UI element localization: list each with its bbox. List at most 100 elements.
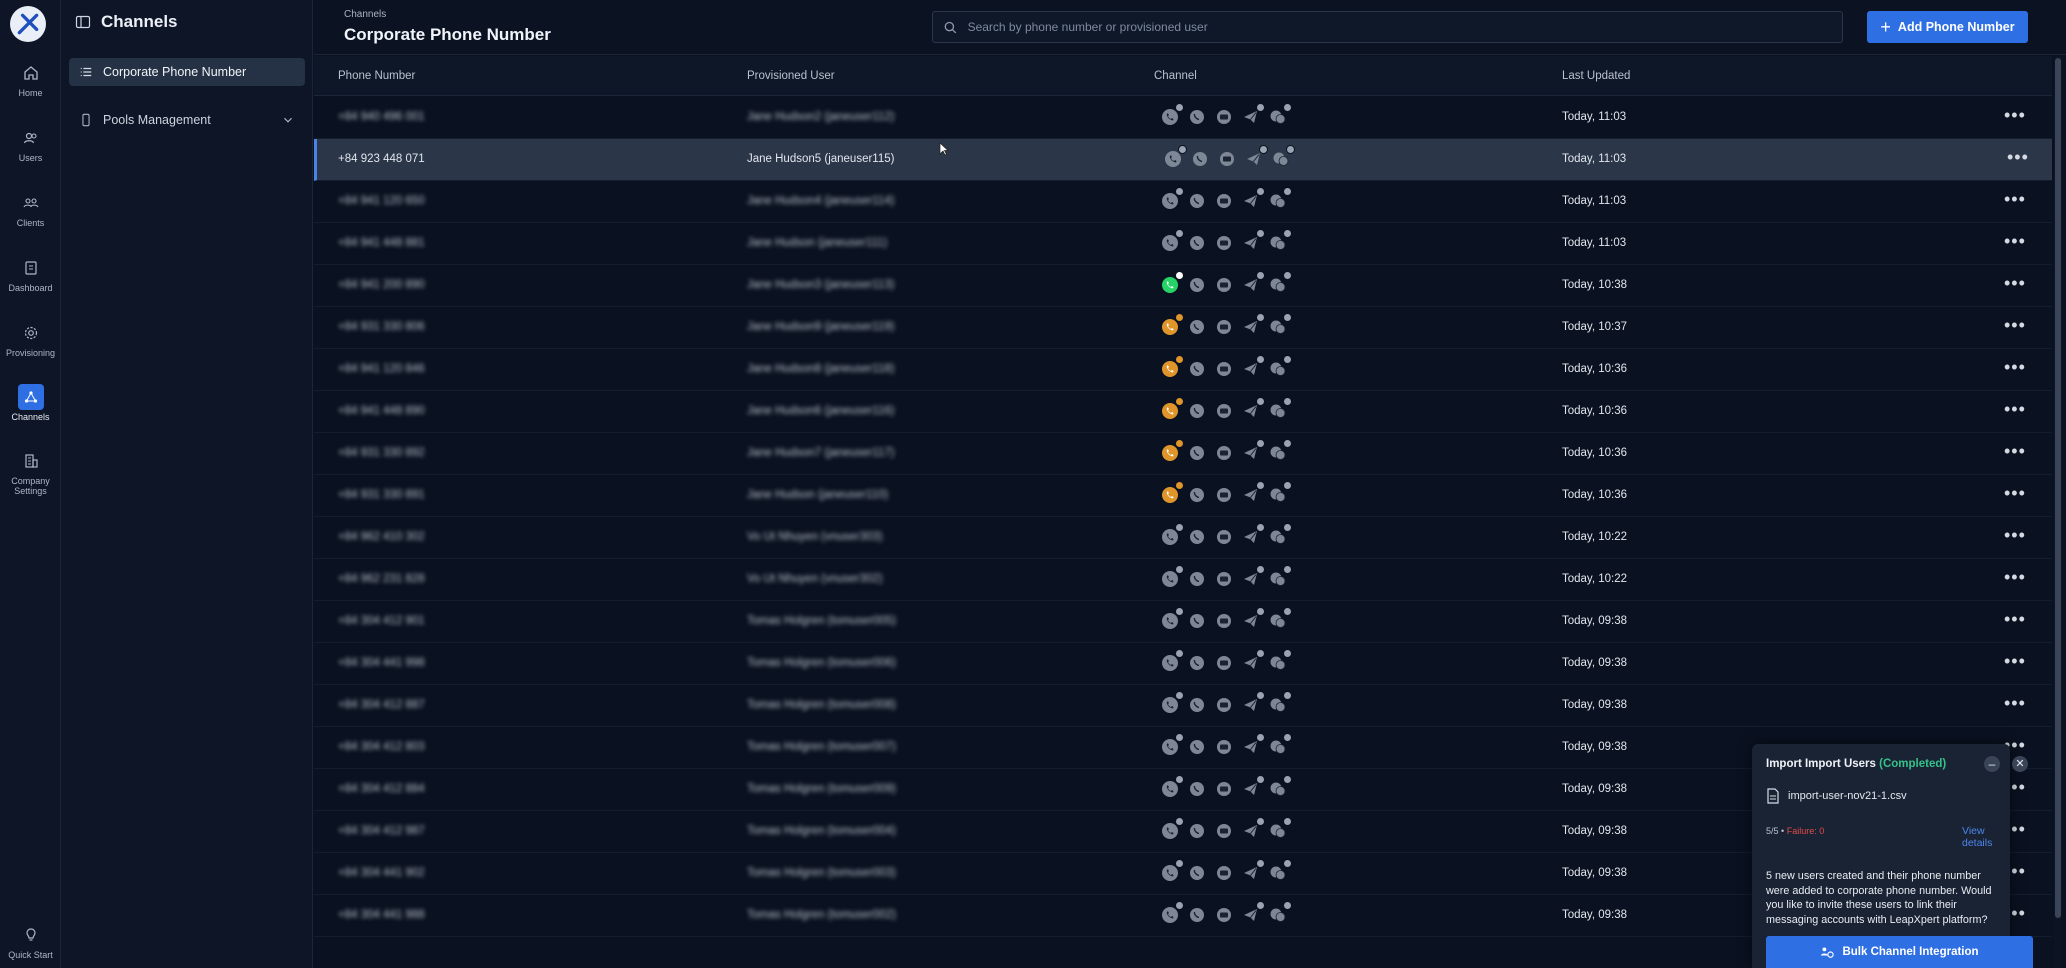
rail-item-channels[interactable]: Channels [0, 384, 61, 436]
sms-icon[interactable] [1213, 358, 1235, 380]
telegram-icon[interactable] [1240, 775, 1265, 800]
wechat-icon[interactable] [1267, 859, 1292, 884]
wechat-icon[interactable] [1267, 607, 1292, 632]
sidebar-item-pools-management[interactable]: Pools Management [69, 106, 305, 134]
whatsapp-icon[interactable] [1186, 106, 1208, 128]
more-options-icon[interactable]: ••• [2004, 358, 2026, 376]
telegram-icon[interactable] [1240, 397, 1265, 422]
wechat-icon[interactable] [1267, 187, 1292, 212]
channel-phone-icon[interactable] [1162, 145, 1187, 170]
telegram-icon[interactable] [1240, 187, 1265, 212]
wechat-icon[interactable] [1267, 565, 1292, 590]
sms-icon[interactable] [1213, 316, 1235, 338]
wechat-icon[interactable] [1267, 523, 1292, 548]
wechat-icon[interactable] [1267, 397, 1292, 422]
more-options-icon[interactable]: ••• [2004, 652, 2026, 670]
whatsapp-icon[interactable] [1186, 736, 1208, 758]
whatsapp-icon[interactable] [1186, 820, 1208, 842]
table-row[interactable]: +84 941 120 650 Jane Hudson4 (janeuser114… [314, 181, 2052, 223]
channel-phone-icon[interactable] [1159, 607, 1184, 632]
whatsapp-icon[interactable] [1186, 904, 1208, 926]
channel-phone-icon[interactable] [1159, 229, 1184, 254]
sms-icon[interactable] [1213, 442, 1235, 464]
wechat-icon[interactable] [1267, 271, 1292, 296]
sms-icon[interactable] [1213, 610, 1235, 632]
breadcrumb[interactable]: Channels [344, 9, 386, 20]
wechat-icon[interactable] [1267, 817, 1292, 842]
more-options-icon[interactable]: ••• [2004, 232, 2026, 250]
sms-icon[interactable] [1213, 190, 1235, 212]
whatsapp-icon[interactable] [1186, 274, 1208, 296]
telegram-icon[interactable] [1240, 229, 1265, 254]
table-row[interactable]: +84 941 448 881 Jane Hudson (janeuser111)… [314, 223, 2052, 265]
whatsapp-icon[interactable] [1186, 526, 1208, 548]
table-row[interactable]: +84 923 448 071 Jane Hudson5 (janeuser115… [314, 139, 2052, 181]
chevron-down-icon[interactable] [281, 113, 295, 127]
sidebar-item-corporate-phone-number[interactable]: Corporate Phone Number [69, 58, 305, 86]
wechat-icon[interactable] [1267, 901, 1292, 926]
rail-item-dashboard[interactable]: Dashboard [0, 255, 61, 307]
channel-pending-icon[interactable] [1159, 397, 1184, 422]
wechat-icon[interactable] [1270, 145, 1295, 170]
telegram-icon[interactable] [1240, 607, 1265, 632]
rail-item-company-settings[interactable]: Company Settings [0, 448, 61, 500]
sms-icon[interactable] [1213, 652, 1235, 674]
sms-icon[interactable] [1213, 904, 1235, 926]
table-row[interactable]: +84 931 330 892 Jane Hudson7 (janeuser117… [314, 433, 2052, 475]
telegram-icon[interactable] [1240, 103, 1265, 128]
wechat-icon[interactable] [1267, 103, 1292, 128]
rail-item-home[interactable]: Home [0, 60, 61, 112]
table-row[interactable]: +84 304 441 998 Tomas Holgren (tomuser006… [314, 643, 2052, 685]
telegram-icon[interactable] [1240, 817, 1265, 842]
wechat-icon[interactable] [1267, 439, 1292, 464]
sms-icon[interactable] [1213, 484, 1235, 506]
wechat-icon[interactable] [1267, 355, 1292, 380]
more-options-icon[interactable]: ••• [2004, 274, 2026, 292]
more-options-icon[interactable]: ••• [2004, 106, 2026, 124]
whatsapp-connected-icon[interactable] [1159, 271, 1184, 296]
table-row[interactable]: +84 941 448 890 Jane Hudson6 (janeuser116… [314, 391, 2052, 433]
whatsapp-icon[interactable] [1186, 652, 1208, 674]
table-row[interactable]: +84 941 120 846 Jane Hudson8 (janeuser118… [314, 349, 2052, 391]
whatsapp-icon[interactable] [1189, 148, 1211, 170]
channel-phone-icon[interactable] [1159, 187, 1184, 212]
telegram-icon[interactable] [1240, 481, 1265, 506]
bulk-channel-integration-button[interactable]: Bulk Channel Integration [1766, 936, 2033, 968]
telegram-icon[interactable] [1240, 733, 1265, 758]
rail-item-users[interactable]: Users [0, 125, 61, 177]
minimize-icon[interactable]: – [1984, 756, 2000, 772]
more-options-icon[interactable]: ••• [2004, 610, 2026, 628]
whatsapp-icon[interactable] [1186, 442, 1208, 464]
channel-pending-icon[interactable] [1159, 355, 1184, 380]
whatsapp-icon[interactable] [1186, 568, 1208, 590]
more-options-icon[interactable]: ••• [2004, 316, 2026, 334]
sms-icon[interactable] [1213, 106, 1235, 128]
rail-item-clients[interactable]: Clients [0, 190, 61, 242]
whatsapp-icon[interactable] [1186, 778, 1208, 800]
sms-icon[interactable] [1213, 820, 1235, 842]
column-header-provisioned-user[interactable]: Provisioned User [747, 70, 835, 82]
whatsapp-icon[interactable] [1186, 358, 1208, 380]
search-box[interactable] [932, 11, 1843, 43]
channel-phone-icon[interactable] [1159, 691, 1184, 716]
more-options-icon[interactable]: ••• [2004, 190, 2026, 208]
more-options-icon[interactable]: ••• [2007, 148, 2029, 166]
telegram-icon[interactable] [1240, 439, 1265, 464]
close-icon[interactable]: ✕ [2012, 756, 2028, 772]
telegram-icon[interactable] [1240, 565, 1265, 590]
table-row[interactable]: +84 304 412 901 Tomas Holgren (tomuser005… [314, 601, 2052, 643]
column-header-last-updated[interactable]: Last Updated [1562, 70, 1630, 82]
more-options-icon[interactable]: ••• [2004, 484, 2026, 502]
sidebar-toggle-icon[interactable] [75, 14, 91, 30]
channel-pending-icon[interactable] [1159, 481, 1184, 506]
table-row[interactable]: +84 931 330 891 Jane Hudson (janeuser110)… [314, 475, 2052, 517]
whatsapp-icon[interactable] [1186, 862, 1208, 884]
wechat-icon[interactable] [1267, 649, 1292, 674]
telegram-icon[interactable] [1240, 901, 1265, 926]
telegram-icon[interactable] [1240, 691, 1265, 716]
channel-pending-icon[interactable] [1159, 439, 1184, 464]
wechat-icon[interactable] [1267, 775, 1292, 800]
sms-icon[interactable] [1213, 274, 1235, 296]
telegram-icon[interactable] [1240, 649, 1265, 674]
channel-phone-icon[interactable] [1159, 817, 1184, 842]
